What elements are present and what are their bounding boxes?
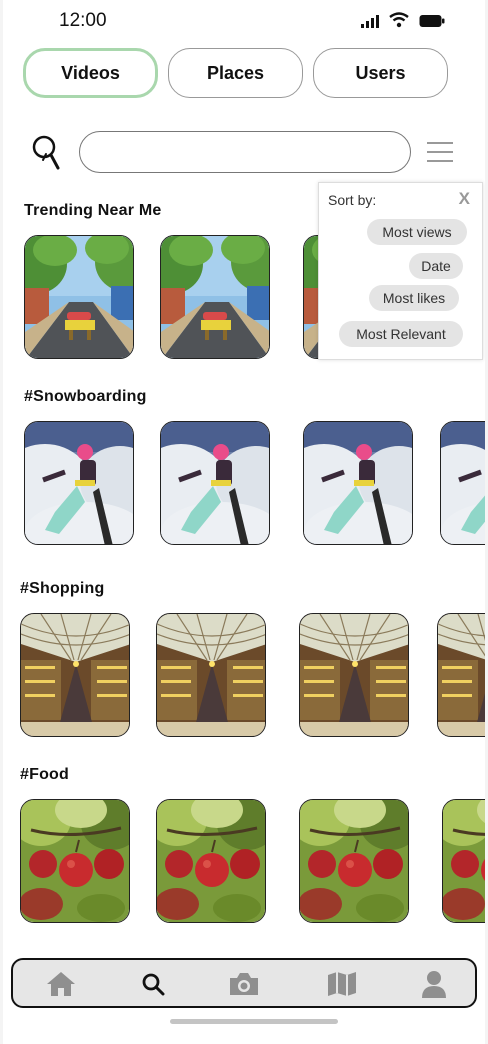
video-thumbnail[interactable] (299, 799, 409, 923)
video-thumbnail[interactable] (160, 421, 270, 545)
video-thumbnail[interactable] (299, 613, 409, 737)
video-thumbnail[interactable] (24, 235, 134, 359)
sort-option-most-relevant[interactable]: Most Relevant (339, 321, 463, 347)
sort-option-date[interactable]: Date (409, 253, 463, 279)
video-thumbnail[interactable] (24, 421, 134, 545)
video-thumbnail[interactable] (20, 799, 130, 923)
phone-screen: 12:00 Videos Places Users Sort by: X Mos… (3, 0, 485, 1044)
sort-menu-icon[interactable] (427, 142, 453, 164)
section-title-shopping: #Shopping (20, 580, 105, 597)
video-thumbnail[interactable] (442, 799, 485, 923)
snowboarding-row (23, 421, 485, 547)
category-tabs: Videos Places Users (23, 48, 453, 98)
camera-icon[interactable] (226, 969, 262, 999)
section-title-snowboarding: #Snowboarding (24, 388, 147, 405)
map-icon[interactable] (324, 969, 360, 999)
video-thumbnail[interactable] (20, 613, 130, 737)
section-title-food: #Food (20, 766, 69, 783)
search-icon[interactable] (31, 134, 63, 174)
battery-icon (419, 15, 445, 27)
signal-icon (361, 14, 379, 28)
sort-option-most-likes[interactable]: Most likes (369, 285, 459, 311)
sort-option-most-views[interactable]: Most views (367, 219, 467, 245)
video-thumbnail[interactable] (156, 613, 266, 737)
tab-videos[interactable]: Videos (23, 48, 158, 98)
video-thumbnail[interactable] (156, 799, 266, 923)
sort-panel: Sort by: X Most views Date Most likes Mo… (318, 182, 483, 360)
video-thumbnail[interactable] (303, 421, 413, 545)
sort-title: Sort by: (328, 192, 377, 208)
bottom-navigation (11, 958, 477, 1008)
video-thumbnail[interactable] (437, 613, 485, 737)
status-bar: 12:00 (3, 0, 485, 40)
tab-users[interactable]: Users (313, 48, 448, 98)
food-row (20, 799, 485, 925)
close-icon[interactable]: X (459, 189, 470, 209)
video-thumbnail[interactable] (440, 421, 485, 545)
tab-places[interactable]: Places (168, 48, 303, 98)
home-indicator (170, 1019, 338, 1024)
search-bar (27, 128, 457, 178)
profile-icon[interactable] (416, 969, 452, 999)
status-time: 12:00 (59, 10, 107, 31)
home-icon[interactable] (43, 969, 79, 999)
search-input[interactable] (79, 131, 411, 173)
section-title-trending: Trending Near Me (24, 202, 162, 219)
shopping-row (20, 613, 485, 739)
wifi-icon (389, 12, 409, 28)
search-icon[interactable] (135, 969, 171, 999)
video-thumbnail[interactable] (160, 235, 270, 359)
status-icons (361, 12, 445, 28)
